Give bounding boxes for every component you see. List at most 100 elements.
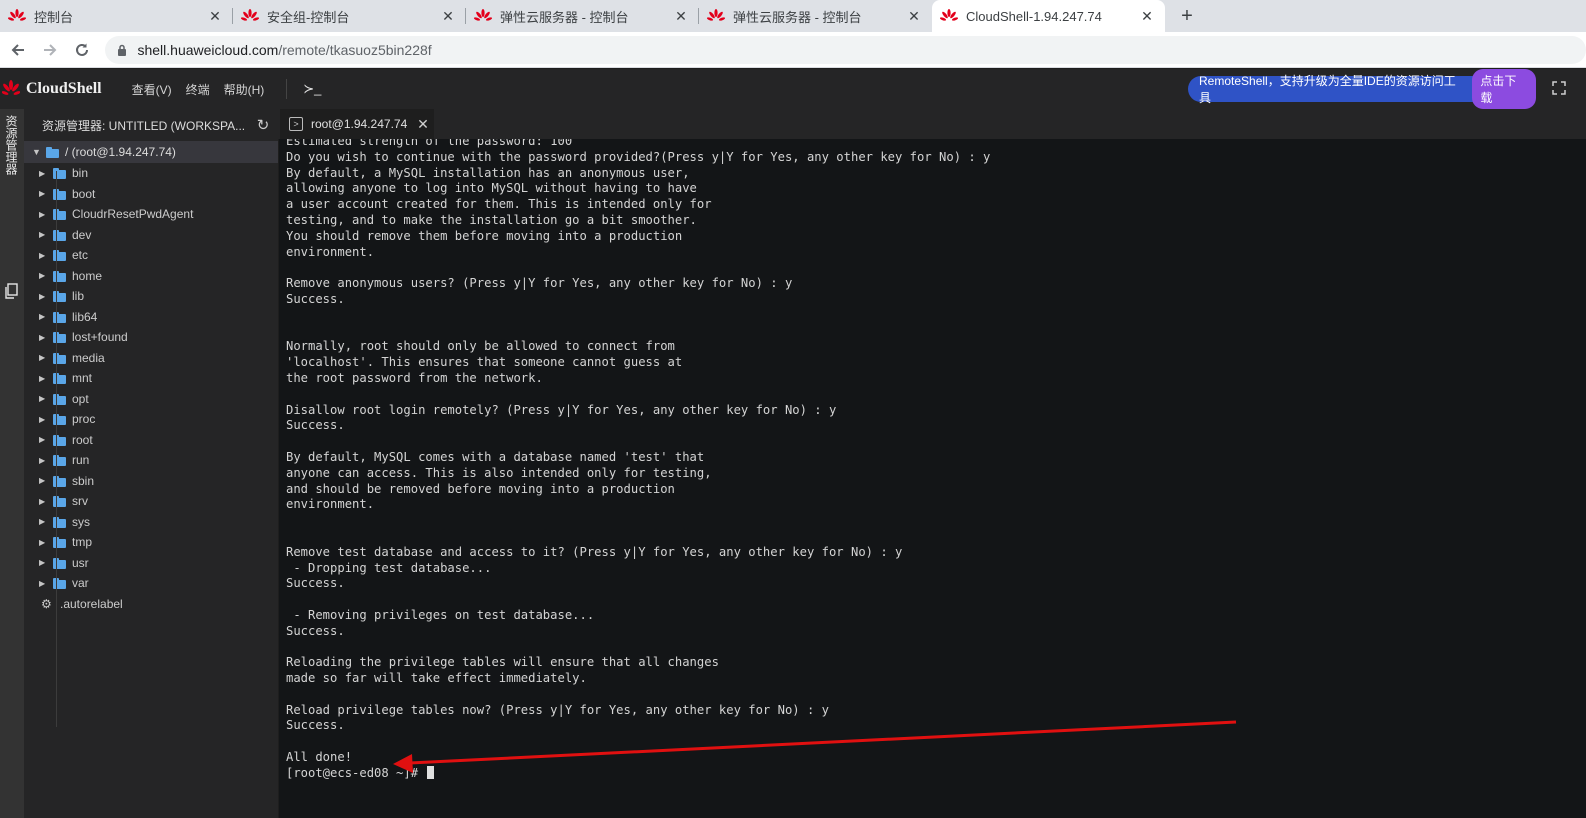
file-explorer: 资源管理器: UNTITLED (WORKSPA... ↻ ▼ / (root@… <box>24 109 278 818</box>
tree-folder[interactable]: ▶ srv <box>24 491 278 512</box>
huawei-logo-icon <box>474 9 492 21</box>
tree-folder-label: home <box>72 268 103 283</box>
chevron-right-icon: ▶ <box>39 435 46 445</box>
browser-toolbar: shell.huaweicloud.com/remote/tkasuoz5bin… <box>0 32 1586 68</box>
browser-tabstrip: 控制台 ✕ 安全组-控制台 ✕ 弹性云服务器 - 控制台 ✕ 弹性云服务器 - … <box>0 0 1586 32</box>
terminal-tab-title: root@1.94.247.74 <box>311 117 408 131</box>
app-brand: CloudShell <box>26 80 102 97</box>
close-tab-icon[interactable]: ✕ <box>1139 8 1155 25</box>
chevron-right-icon: ▶ <box>39 312 46 322</box>
terminal-output: Estimated strength of the password: 100 … <box>286 139 990 782</box>
tree-folder[interactable]: ▶ var <box>24 573 278 594</box>
chevron-right-icon: ▶ <box>39 476 46 486</box>
terminal-icon[interactable]: ≻_ <box>286 79 321 99</box>
lock-icon <box>118 44 127 56</box>
tree-folder[interactable]: ▶ media <box>24 348 278 369</box>
fullscreen-icon[interactable] <box>1552 81 1566 95</box>
chevron-right-icon: ▶ <box>39 250 46 260</box>
remoteshell-banner[interactable]: RemoteShell，支持升级为全量IDE的资源访问工具 点击下载 <box>1188 69 1536 109</box>
tree-folder[interactable]: ▶ home <box>24 266 278 287</box>
files-icon[interactable] <box>4 283 18 299</box>
chevron-right-icon: ▶ <box>39 496 46 506</box>
terminal-panel[interactable]: Estimated strength of the password: 100 … <box>279 139 1586 818</box>
terminal-tab[interactable]: > root@1.94.247.74 ✕ <box>280 109 434 139</box>
tree-folder[interactable]: ▶ root <box>24 430 278 451</box>
browser-tab[interactable]: 弹性云服务器 - 控制台 ✕ <box>466 0 699 32</box>
tree-folder[interactable]: ▶ tmp <box>24 532 278 553</box>
huawei-logo-icon <box>707 9 725 21</box>
tree-folder[interactable]: ▶ usr <box>24 553 278 574</box>
refresh-icon[interactable]: ↻ <box>248 116 278 134</box>
chevron-right-icon: ▶ <box>39 332 46 342</box>
arrow-left-icon <box>11 43 24 56</box>
tree-folder-label: mnt <box>72 371 93 386</box>
tree-folder[interactable]: ▶ sys <box>24 512 278 533</box>
download-button[interactable]: 点击下载 <box>1472 69 1536 109</box>
chevron-right-icon: ▶ <box>39 558 46 568</box>
tree-folder[interactable]: ▶ run <box>24 450 278 471</box>
tree-folder-label: sbin <box>72 473 95 488</box>
tree-root[interactable]: ▼ / (root@1.94.247.74) <box>24 141 278 163</box>
tree-folder[interactable]: ▶ mnt <box>24 368 278 389</box>
chevron-right-icon: ▶ <box>39 189 46 199</box>
tree-folder-label: media <box>72 350 105 365</box>
tree-folder[interactable]: ▶ bin <box>24 163 278 184</box>
tree-folder-label: srv <box>72 494 88 509</box>
tree-folder-label: root <box>72 432 93 447</box>
tree-folder[interactable]: ▶ sbin <box>24 471 278 492</box>
terminal-prompt: [root@ecs-ed08 ~]# <box>286 765 426 780</box>
back-button[interactable] <box>4 36 32 64</box>
chevron-down-icon: ▼ <box>32 147 41 157</box>
reload-button[interactable] <box>68 36 96 64</box>
url-host: shell.huaweicloud.com <box>137 41 279 58</box>
tree-folder[interactable]: ▶ lib <box>24 286 278 307</box>
terminal-icon: > <box>289 117 303 131</box>
close-tab-icon[interactable]: ✕ <box>906 8 922 25</box>
explorer-activity-label[interactable]: 资源管理器 <box>2 115 20 175</box>
tree-folder-label: tmp <box>72 535 93 550</box>
menu-view[interactable]: 查看(V) <box>132 81 172 98</box>
close-tab-icon[interactable]: ✕ <box>207 8 223 25</box>
chevron-right-icon: ▶ <box>39 168 46 178</box>
reload-icon <box>75 43 88 56</box>
tree-folder-label: run <box>72 453 90 468</box>
tree-folder[interactable]: ▶ lost+found <box>24 327 278 348</box>
close-tab-icon[interactable]: ✕ <box>440 8 456 25</box>
tree-folder[interactable]: ▶ proc <box>24 409 278 430</box>
tree-folder[interactable]: ▶ etc <box>24 245 278 266</box>
tree-folder-label: lib64 <box>72 309 98 324</box>
huawei-logo-icon <box>241 9 259 21</box>
browser-tab[interactable]: 安全组-控制台 ✕ <box>233 0 466 32</box>
tree-folder-label: CloudrResetPwdAgent <box>72 207 194 222</box>
browser-tab-title: 控制台 <box>34 9 74 25</box>
chevron-right-icon: ▶ <box>39 230 46 240</box>
tree-folder[interactable]: ▶ dev <box>24 225 278 246</box>
terminal-cursor <box>427 765 435 779</box>
activity-bar: 资源管理器 <box>0 109 24 818</box>
new-tab-button[interactable]: + <box>1171 0 1203 32</box>
browser-tab[interactable]: 弹性云服务器 - 控制台 ✕ <box>699 0 932 32</box>
tree-folder[interactable]: ▶ lib64 <box>24 307 278 328</box>
tree-folder-label: usr <box>72 555 89 570</box>
tree-indent-guide <box>56 171 57 727</box>
tree-folder-label: boot <box>72 186 96 201</box>
tree-folder[interactable]: ▶ CloudrResetPwdAgent <box>24 204 278 225</box>
browser-tab[interactable]: 控制台 ✕ <box>0 0 233 32</box>
app-header: CloudShell 查看(V) 终端 帮助(H) ≻_ RemoteShell… <box>0 69 1586 109</box>
terminal-output-text: Estimated strength of the password: 100 … <box>286 139 991 765</box>
menu-help[interactable]: 帮助(H) <box>224 81 265 98</box>
chevron-right-icon: ▶ <box>39 455 46 465</box>
tree-folder[interactable]: ▶ opt <box>24 389 278 410</box>
close-tab-icon[interactable]: ✕ <box>673 8 689 25</box>
menu-terminal[interactable]: 终端 <box>186 81 210 98</box>
chevron-right-icon: ▶ <box>39 578 46 588</box>
tree-folder[interactable]: ▶ boot <box>24 184 278 205</box>
browser-tab-active[interactable]: CloudShell-1.94.247.74 ✕ <box>932 0 1165 32</box>
tree-folder-label: sys <box>72 514 90 529</box>
tree-root-label: / (root@1.94.247.74) <box>65 145 176 159</box>
tree-file[interactable]: ⚙ .autorelabel <box>24 594 278 615</box>
forward-button[interactable] <box>36 36 64 64</box>
browser-tab-title: 弹性云服务器 - 控制台 <box>733 9 862 25</box>
address-bar[interactable]: shell.huaweicloud.com/remote/tkasuoz5bin… <box>105 35 1586 64</box>
close-icon[interactable]: ✕ <box>412 116 434 133</box>
